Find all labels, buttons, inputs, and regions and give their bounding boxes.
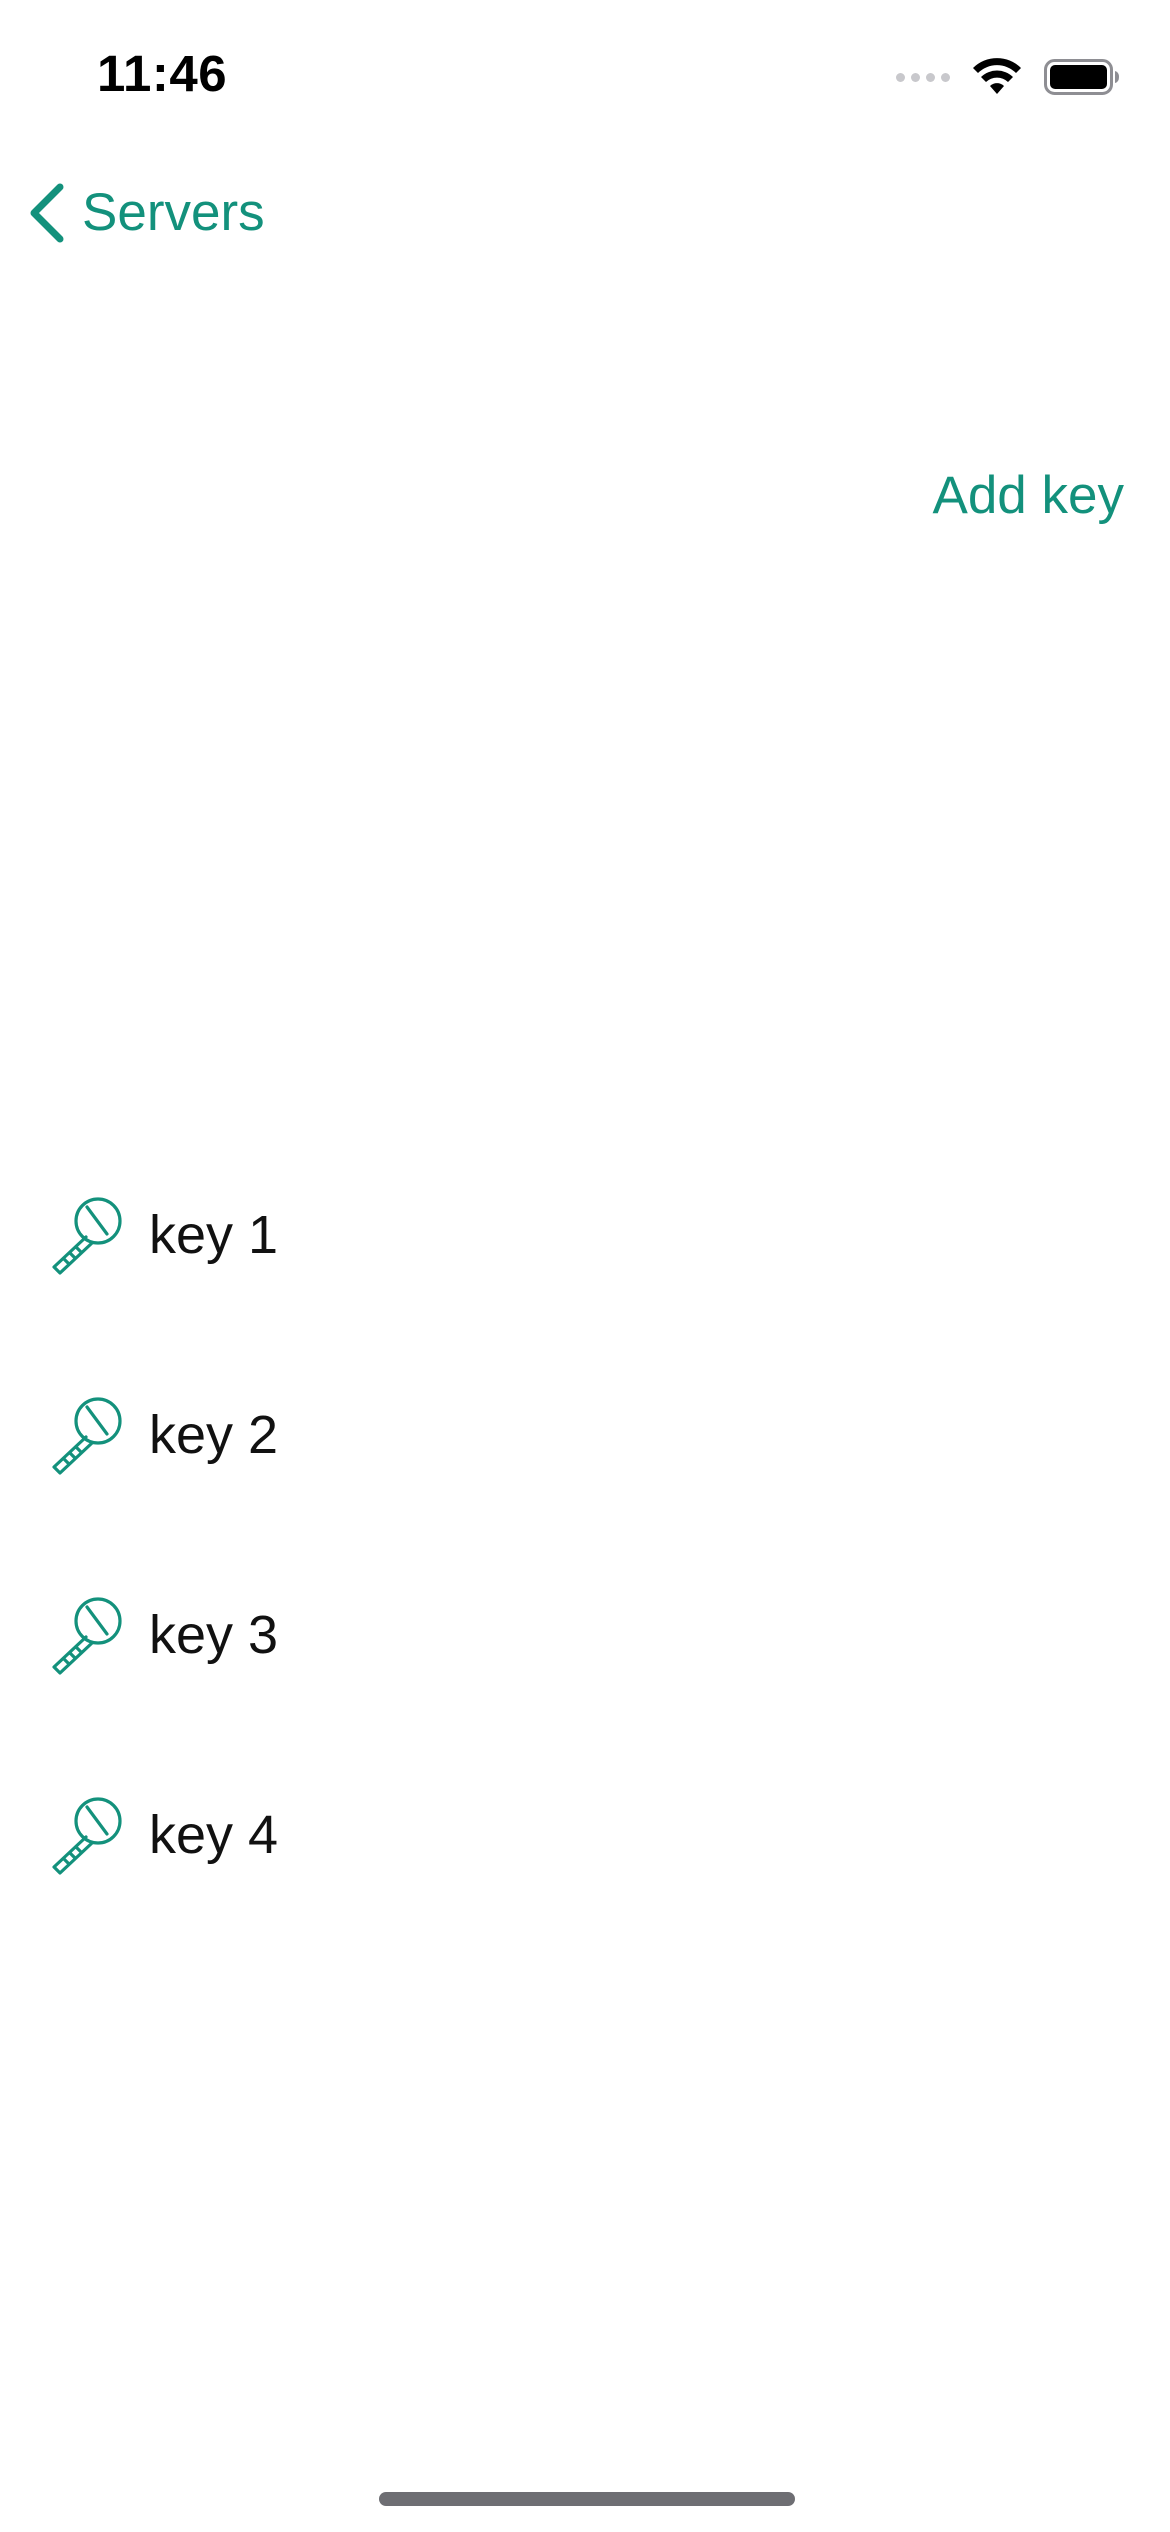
key-label: key 2 [149, 1405, 279, 1465]
key-list-item[interactable]: key 4 [0, 1760, 1170, 1910]
key-label: key 4 [149, 1805, 279, 1865]
key-label: key 3 [149, 1605, 279, 1665]
add-key-button[interactable]: Add key [932, 466, 1124, 526]
back-label: Servers [82, 183, 265, 242]
key-list-item[interactable]: key 2 [0, 1360, 1170, 1510]
cellular-signal-icon [896, 72, 950, 82]
key-label: key 1 [149, 1205, 279, 1265]
key-list-item[interactable]: key 3 [0, 1560, 1170, 1710]
chevron-left-icon [30, 183, 64, 243]
status-time: 11:46 [97, 45, 228, 102]
back-button[interactable]: Servers [26, 178, 265, 248]
battery-icon [1044, 59, 1119, 95]
key-icon [52, 1797, 122, 1875]
key-icon [52, 1197, 122, 1275]
wifi-icon [973, 58, 1021, 94]
key-icon [52, 1397, 122, 1475]
status-indicators [896, 52, 1120, 102]
key-list-item[interactable]: key 1 [0, 1160, 1170, 1310]
home-indicator[interactable] [379, 2492, 795, 2506]
key-icon [52, 1597, 122, 1675]
